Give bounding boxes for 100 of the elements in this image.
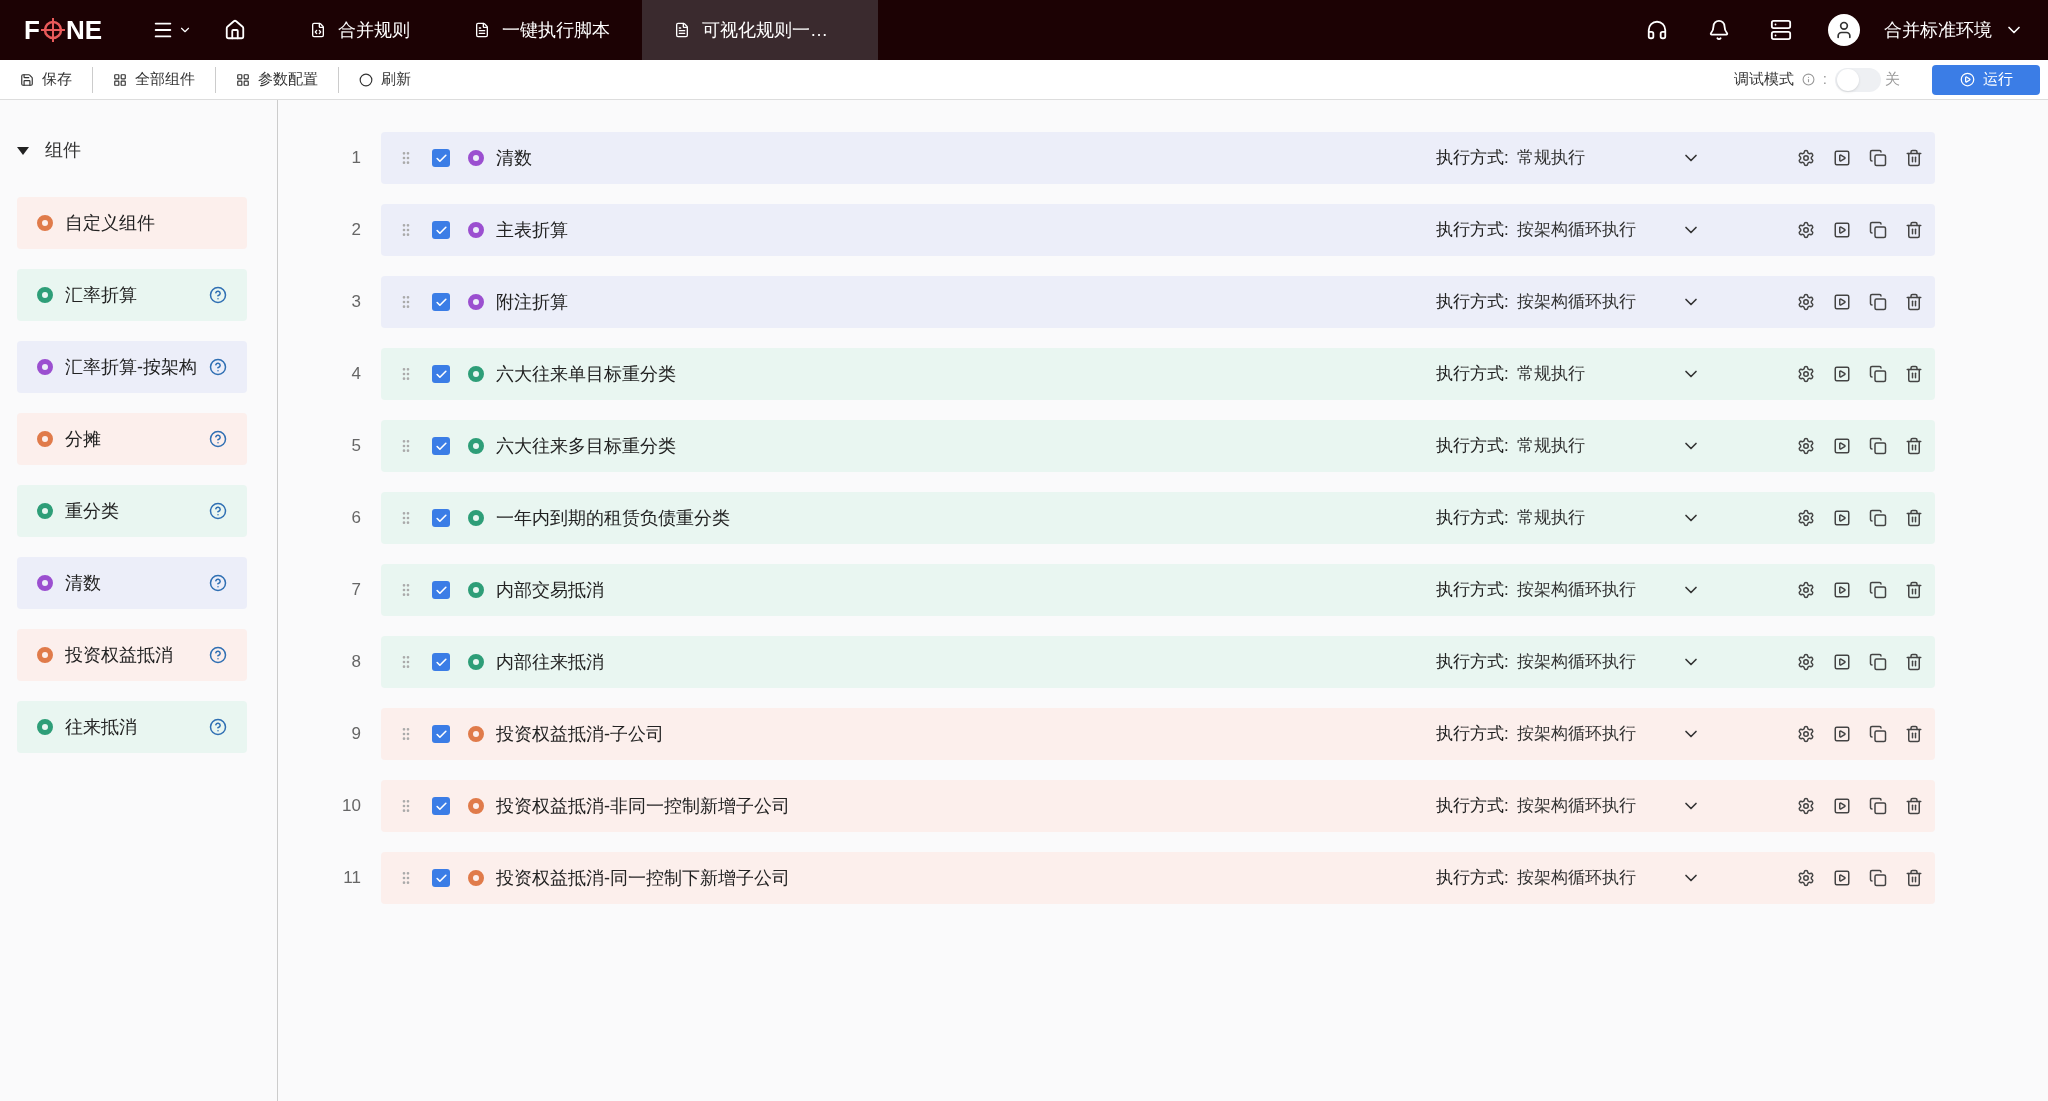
environment-dropdown[interactable]: 合并标准环境 [1884, 16, 2024, 44]
server-icon[interactable] [1770, 19, 1792, 41]
toolbar-button[interactable]: 参数配置 [216, 68, 338, 91]
copy-icon[interactable] [1868, 653, 1887, 671]
component-item[interactable]: 汇率折算 [17, 269, 247, 321]
copy-icon[interactable] [1868, 869, 1887, 887]
checkbox[interactable] [432, 149, 450, 167]
settings-icon[interactable] [1796, 725, 1815, 743]
home-icon[interactable] [224, 19, 246, 41]
play-square-icon[interactable] [1832, 221, 1851, 239]
mode-dropdown[interactable]: 按架构循环执行 [1516, 865, 1701, 891]
checkbox[interactable] [432, 797, 450, 815]
trash-icon[interactable] [1904, 293, 1923, 311]
checkbox[interactable] [432, 437, 450, 455]
trash-icon[interactable] [1904, 869, 1923, 887]
help-icon[interactable] [209, 430, 227, 448]
trash-icon[interactable] [1904, 653, 1923, 671]
trash-icon[interactable] [1904, 581, 1923, 599]
copy-icon[interactable] [1868, 437, 1887, 455]
settings-icon[interactable] [1796, 221, 1815, 239]
mode-dropdown[interactable]: 常规执行 [1516, 433, 1701, 459]
play-square-icon[interactable] [1832, 365, 1851, 383]
rule-row[interactable]: 附注折算 执行方式: 按架构循环执行 [381, 276, 1935, 328]
checkbox[interactable] [432, 365, 450, 383]
help-icon[interactable] [209, 286, 227, 304]
mode-dropdown[interactable]: 按架构循环执行 [1516, 217, 1701, 243]
rule-row[interactable]: 主表折算 执行方式: 按架构循环执行 [381, 204, 1935, 256]
trash-icon[interactable] [1904, 221, 1923, 239]
trash-icon[interactable] [1904, 365, 1923, 383]
play-square-icon[interactable] [1832, 149, 1851, 167]
settings-icon[interactable] [1796, 509, 1815, 527]
settings-icon[interactable] [1796, 365, 1815, 383]
checkbox[interactable] [432, 869, 450, 887]
copy-icon[interactable] [1868, 293, 1887, 311]
copy-icon[interactable] [1868, 797, 1887, 815]
tab[interactable]: 可视化规则一… [642, 0, 878, 60]
avatar[interactable] [1828, 14, 1860, 46]
copy-icon[interactable] [1868, 725, 1887, 743]
checkbox[interactable] [432, 221, 450, 239]
help-icon[interactable] [209, 718, 227, 736]
help-icon[interactable] [209, 646, 227, 664]
copy-icon[interactable] [1868, 149, 1887, 167]
settings-icon[interactable] [1796, 149, 1815, 167]
play-square-icon[interactable] [1832, 293, 1851, 311]
play-square-icon[interactable] [1832, 869, 1851, 887]
debug-toggle[interactable] [1835, 67, 1881, 92]
component-item[interactable]: 汇率折算-按架构 [17, 341, 247, 393]
rule-row[interactable]: 投资权益抵消-子公司 执行方式: 按架构循环执行 [381, 708, 1935, 760]
mode-dropdown[interactable]: 按架构循环执行 [1516, 577, 1701, 603]
checkbox[interactable] [432, 725, 450, 743]
trash-icon[interactable] [1904, 509, 1923, 527]
toolbar-button[interactable]: 保存 [0, 68, 92, 91]
run-button[interactable]: 运行 [1932, 64, 2040, 95]
settings-icon[interactable] [1796, 797, 1815, 815]
mode-dropdown[interactable]: 常规执行 [1516, 145, 1701, 171]
mode-dropdown[interactable]: 按架构循环执行 [1516, 649, 1701, 675]
rule-row[interactable]: 内部往来抵消 执行方式: 按架构循环执行 [381, 636, 1935, 688]
bell-icon[interactable] [1708, 19, 1730, 41]
component-item[interactable]: 往来抵消 [17, 701, 247, 753]
toolbar-button[interactable]: 刷新 [339, 68, 431, 91]
rule-row[interactable]: 内部交易抵消 执行方式: 按架构循环执行 [381, 564, 1935, 616]
help-icon[interactable] [209, 574, 227, 592]
play-square-icon[interactable] [1832, 725, 1851, 743]
trash-icon[interactable] [1904, 437, 1923, 455]
help-icon[interactable] [209, 358, 227, 376]
component-item[interactable]: 分摊 [17, 413, 247, 465]
mode-dropdown[interactable]: 按架构循环执行 [1516, 289, 1701, 315]
rule-row[interactable]: 六大往来多目标重分类 执行方式: 常规执行 [381, 420, 1935, 472]
play-square-icon[interactable] [1832, 581, 1851, 599]
component-item[interactable]: 投资权益抵消 [17, 629, 247, 681]
rule-row[interactable]: 投资权益抵消-同一控制下新增子公司 执行方式: 按架构循环执行 [381, 852, 1935, 904]
mode-dropdown[interactable]: 常规执行 [1516, 505, 1701, 531]
rule-row[interactable]: 一年内到期的租赁负债重分类 执行方式: 常规执行 [381, 492, 1935, 544]
mode-dropdown[interactable]: 常规执行 [1516, 361, 1701, 387]
mode-dropdown[interactable]: 按架构循环执行 [1516, 793, 1701, 819]
rule-row[interactable]: 投资权益抵消-非同一控制新增子公司 执行方式: 按架构循环执行 [381, 780, 1935, 832]
play-square-icon[interactable] [1832, 797, 1851, 815]
trash-icon[interactable] [1904, 797, 1923, 815]
trash-icon[interactable] [1904, 725, 1923, 743]
component-item[interactable]: 重分类 [17, 485, 247, 537]
headset-icon[interactable] [1646, 19, 1668, 41]
checkbox[interactable] [432, 509, 450, 527]
checkbox[interactable] [432, 653, 450, 671]
play-square-icon[interactable] [1832, 437, 1851, 455]
rule-row[interactable]: 清数 执行方式: 常规执行 [381, 132, 1935, 184]
trash-icon[interactable] [1904, 149, 1923, 167]
component-item[interactable]: 清数 [17, 557, 247, 609]
play-square-icon[interactable] [1832, 653, 1851, 671]
settings-icon[interactable] [1796, 293, 1815, 311]
settings-icon[interactable] [1796, 653, 1815, 671]
play-square-icon[interactable] [1832, 509, 1851, 527]
copy-icon[interactable] [1868, 581, 1887, 599]
checkbox[interactable] [432, 581, 450, 599]
mode-dropdown[interactable]: 按架构循环执行 [1516, 721, 1701, 747]
component-item[interactable]: 自定义组件 [17, 197, 247, 249]
settings-icon[interactable] [1796, 869, 1815, 887]
copy-icon[interactable] [1868, 509, 1887, 527]
settings-icon[interactable] [1796, 581, 1815, 599]
help-icon[interactable] [209, 502, 227, 520]
copy-icon[interactable] [1868, 221, 1887, 239]
